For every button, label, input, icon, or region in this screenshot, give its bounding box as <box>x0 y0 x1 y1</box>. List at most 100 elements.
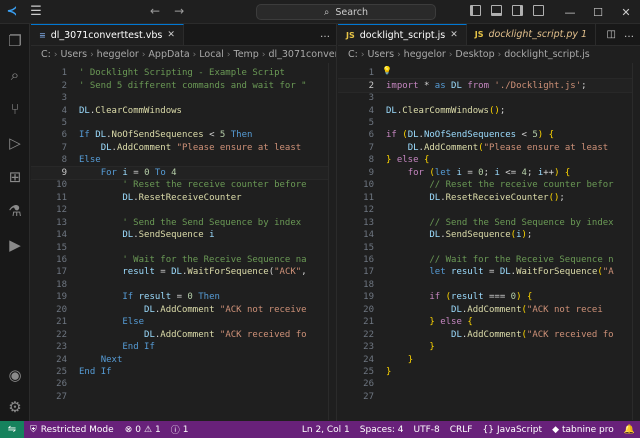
end-of-line[interactable]: CRLF <box>445 425 478 435</box>
breadcrumb-item[interactable]: heggelor <box>97 49 139 60</box>
remote-explorer-icon[interactable]: ▶ <box>0 232 30 258</box>
explorer-icon[interactable]: ❐ <box>0 28 30 54</box>
code-line[interactable]: 8 Else <box>31 154 336 166</box>
minimize-icon[interactable]: — <box>556 6 584 19</box>
maximize-icon[interactable]: ☐ <box>584 6 612 19</box>
breadcrumb-item[interactable]: C: <box>41 49 51 60</box>
code-editor-right[interactable]: 27 26 25} 24 } 23 } 22 DL.AddComment("ACK rec… <box>338 63 640 420</box>
code-line[interactable]: 26 <box>338 378 640 390</box>
restricted-mode-indicator[interactable]: ⛨ Restricted Mode <box>24 421 120 438</box>
command-center-search[interactable]: ⌕ Search <box>256 4 436 20</box>
code-line[interactable]: 1 ' Docklight Scripting - Example Script <box>31 67 336 79</box>
code-line[interactable]: 18 <box>31 279 336 291</box>
code-line[interactable]: 11 DL.ResetReceiveCounter <box>31 192 336 204</box>
close-tab-icon[interactable]: ✕ <box>450 30 458 40</box>
source-control-icon[interactable]: ⑂ <box>0 96 30 122</box>
code-line[interactable]: 7 DL.AddComment("Please ensure at least <box>338 142 640 154</box>
code-line[interactable]: 21 } else { <box>338 316 640 328</box>
code-line[interactable]: 25 End If <box>31 366 336 378</box>
run-debug-icon[interactable]: ▷ <box>0 130 30 156</box>
code-line[interactable]: 12 <box>31 204 336 216</box>
code-line[interactable]: 12 <box>338 204 640 216</box>
accounts-icon[interactable]: ◉ <box>0 362 30 388</box>
breadcrumb-item[interactable]: Local <box>199 49 224 60</box>
search-icon[interactable]: ⌕ <box>0 62 30 88</box>
vertical-scrollbar[interactable] <box>328 63 336 420</box>
code-line[interactable]: 24 Next <box>31 353 336 365</box>
code-line[interactable]: 19 if (result === 0) { <box>338 291 640 303</box>
menu-icon[interactable]: ☰ <box>24 0 48 24</box>
code-line[interactable]: 13 ' Send the Send Sequence by index <box>31 216 336 228</box>
breadcrumb-item[interactable]: heggelor <box>404 49 446 60</box>
code-line[interactable]: 5 <box>338 117 640 129</box>
code-line[interactable]: 20 DL.AddComment("ACK not recei <box>338 304 640 316</box>
breadcrumb-item[interactable]: C: <box>348 49 358 60</box>
code-line[interactable]: 24 } <box>338 353 640 365</box>
code-line[interactable]: 26 <box>31 378 336 390</box>
code-line[interactable]: 4 DL.ClearCommWindows <box>31 104 336 116</box>
code-line[interactable]: 16 ' Wait for the Receive Sequence na <box>31 254 336 266</box>
code-line[interactable]: 25} <box>338 366 640 378</box>
breadcrumb-item[interactable]: Temp <box>234 49 259 60</box>
tab-vbs-file[interactable]: ≡ dl_3071converttest.vbs ✕ <box>31 24 184 45</box>
more-actions-icon[interactable]: … <box>320 29 330 40</box>
vertical-scrollbar[interactable] <box>632 63 640 420</box>
notifications-icon[interactable]: 🔔 <box>619 425 640 435</box>
toggle-primary-sidebar-icon[interactable] <box>470 5 481 16</box>
settings-gear-icon[interactable]: ⚙ <box>0 394 30 420</box>
indentation[interactable]: Spaces: 4 <box>355 425 409 435</box>
code-line[interactable]: 23 } <box>338 341 640 353</box>
code-line[interactable]: 2 ' Send 5 different commands and wait fo… <box>31 79 336 91</box>
more-actions-icon[interactable]: … <box>624 29 634 40</box>
lightbulb-icon[interactable]: 💡 <box>382 66 392 75</box>
remote-window-icon[interactable]: ⇋ <box>0 421 24 438</box>
code-line[interactable]: 27 <box>338 391 640 403</box>
code-line[interactable]: 16 // Wait for the Receive Sequence n <box>338 254 640 266</box>
cursor-position[interactable]: Ln 2, Col 1 <box>297 425 355 435</box>
problems-indicator[interactable]: ⊗ 0 ⚠ 1 <box>120 425 166 435</box>
code-line[interactable]: 6 if (DL.NoOfSendSequences < 5) { <box>338 129 640 141</box>
code-line[interactable]: 10 // Reset the receive counter befor <box>338 179 640 191</box>
code-line[interactable]: 22 DL.AddComment("ACK received fo <box>338 328 640 340</box>
code-line[interactable]: 27 <box>31 391 336 403</box>
breadcrumb-item[interactable]: AppData <box>148 49 189 60</box>
tab-py-file[interactable]: JS docklight_script.py 1 <box>466 24 597 45</box>
code-line[interactable]: 3 <box>31 92 336 104</box>
code-line[interactable]: 4 DL.ClearCommWindows(); <box>338 104 640 116</box>
split-editor-icon[interactable]: ◫ <box>607 29 616 40</box>
code-line[interactable]: 22 DL.AddComment "ACK received fo <box>31 328 336 340</box>
breadcrumb-item[interactable]: docklight_script.js <box>504 49 589 60</box>
code-line[interactable]: 5 <box>31 117 336 129</box>
code-line[interactable]: 13 // Send the Send Sequence by index <box>338 216 640 228</box>
breadcrumb-item[interactable]: Desktop <box>455 49 494 60</box>
code-line[interactable]: 23 End If <box>31 341 336 353</box>
code-line[interactable]: 10 ' Reset the receive counter before <box>31 179 336 191</box>
code-line[interactable]: 15 <box>31 241 336 253</box>
customize-layout-icon[interactable] <box>533 5 544 16</box>
code-line[interactable]: 7 DL.AddComment "Please ensure at least <box>31 142 336 154</box>
encoding[interactable]: UTF-8 <box>409 425 445 435</box>
close-icon[interactable]: ✕ <box>612 6 640 19</box>
tabnine-status[interactable]: ◆ tabnine pro <box>547 425 619 435</box>
breadcrumb-item[interactable]: Users <box>367 49 394 60</box>
breadcrumb-item[interactable]: Users <box>60 49 87 60</box>
code-line[interactable]: 2 import * as DL from './Docklight.js'; <box>338 78 640 93</box>
code-line[interactable]: 19 If result = 0 Then <box>31 291 336 303</box>
language-mode[interactable]: {} JavaScript <box>477 425 547 435</box>
code-line[interactable]: 6 If DL.NoOfSendSequences < 5 Then <box>31 129 336 141</box>
back-arrow-icon[interactable]: ← <box>150 4 160 18</box>
breadcrumb-item[interactable]: dl_3071converttest <box>268 49 336 60</box>
code-line[interactable]: 20 DL.AddComment "ACK not receive <box>31 304 336 316</box>
tab-js-file[interactable]: JS docklight_script.js ✕ <box>338 24 467 45</box>
code-line[interactable]: 15 <box>338 241 640 253</box>
extensions-icon[interactable]: ⊞ <box>0 164 30 190</box>
code-line[interactable]: 11 DL.ResetReceiveCounter(); <box>338 192 640 204</box>
info-indicator[interactable]: ⓘ 1 <box>166 423 194 437</box>
code-line[interactable]: 14 DL.SendSequence i <box>31 229 336 241</box>
testing-icon[interactable]: ⚗ <box>0 198 30 224</box>
close-tab-icon[interactable]: ✕ <box>167 30 175 40</box>
code-editor-left[interactable]: 27 26 25 End If 24 Next 23 End If 22 DL.AddCom… <box>31 63 336 420</box>
code-line[interactable]: 18 <box>338 279 640 291</box>
code-line[interactable]: 14 DL.SendSequence(i); <box>338 229 640 241</box>
code-line[interactable]: 17 result = DL.WaitForSequence("ACK", <box>31 266 336 278</box>
